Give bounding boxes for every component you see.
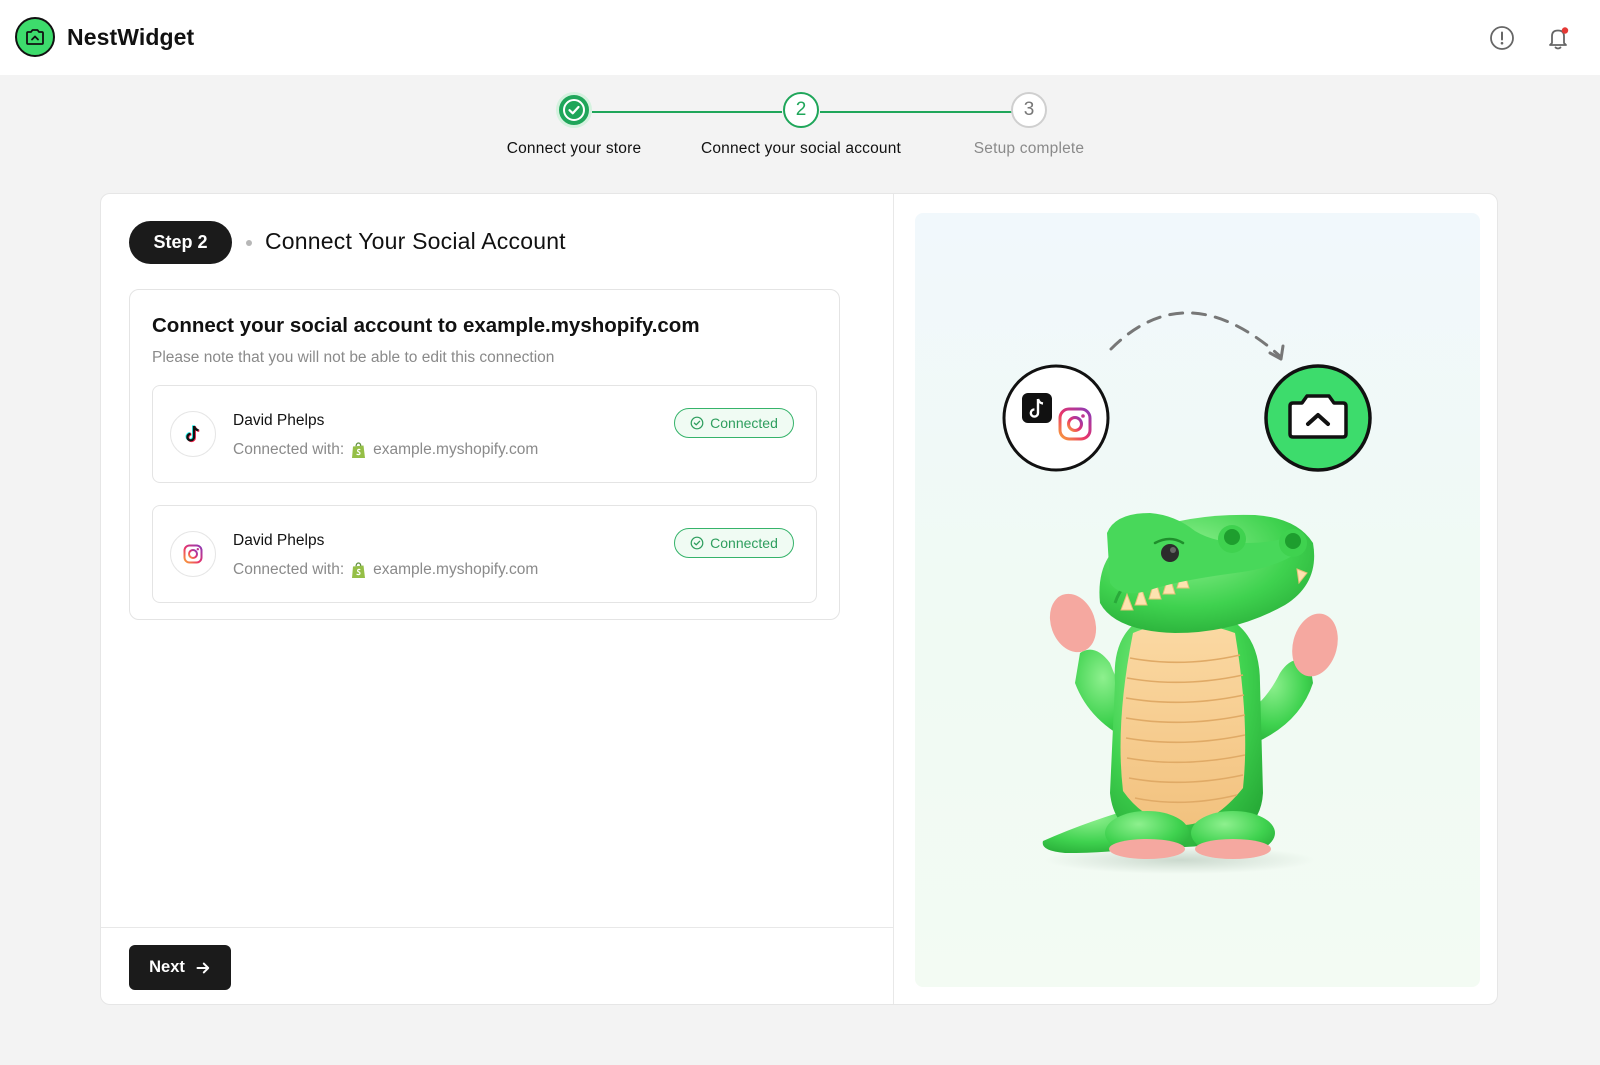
step-number: 2 xyxy=(783,92,819,128)
connected-store: example.myshopify.com xyxy=(373,561,539,578)
step-setup-complete[interactable]: 3 Setup complete xyxy=(899,92,1159,158)
notification-dot xyxy=(1561,27,1569,34)
section-title: Connect Your Social Account xyxy=(265,228,566,254)
step-connect-social[interactable]: 2 Connect your social account xyxy=(671,92,931,158)
status-badge: Connected xyxy=(674,408,794,438)
account-row-tiktok: David Phelps Connected with: example.mys… xyxy=(152,385,817,483)
next-button-label: Next xyxy=(149,958,185,976)
connections-heading: Connect your social account to example.m… xyxy=(152,314,700,337)
shopify-icon xyxy=(351,561,366,579)
instagram-icon xyxy=(1058,407,1092,441)
arrow-right-icon xyxy=(196,962,210,973)
tiktok-icon xyxy=(170,411,216,457)
setup-card: Step 2 Connect Your Social Account Conne… xyxy=(100,193,1498,1005)
progress-stepper: Connect your store 2 Connect your social… xyxy=(0,92,1600,172)
instagram-icon xyxy=(170,531,216,577)
step-badge: Step 2 xyxy=(129,221,232,264)
info-icon[interactable] xyxy=(1485,21,1519,55)
account-name: David Phelps xyxy=(233,532,325,549)
form-pane: Step 2 Connect Your Social Account Conne… xyxy=(101,194,894,1004)
brand-name: NestWidget xyxy=(67,23,195,50)
status-badge-label: Connected xyxy=(710,415,778,431)
step-label: Setup complete xyxy=(973,140,1085,157)
status-badge: Connected xyxy=(674,528,794,558)
nestwidget-logo-icon xyxy=(15,17,55,57)
illustration-panel xyxy=(915,213,1480,987)
brand[interactable]: NestWidget xyxy=(15,17,194,57)
footer-divider xyxy=(101,927,894,928)
top-bar: NestWidget xyxy=(0,0,1600,75)
account-connection-info: Connected with: example.myshopify.com xyxy=(233,441,538,459)
connections-note: Please note that you will not be able to… xyxy=(152,349,555,366)
check-circle-icon xyxy=(690,416,704,430)
connections-card: Connect your social account to example.m… xyxy=(129,289,840,620)
nestwidget-logo xyxy=(1264,364,1372,472)
step-label: Connect your store xyxy=(506,140,642,157)
onboarding-illustration xyxy=(1002,311,1372,874)
dashed-arrow xyxy=(1109,311,1283,359)
connected-with-label: Connected with: xyxy=(233,441,345,458)
shopify-icon xyxy=(351,441,366,459)
separator-dot xyxy=(246,240,252,246)
social-icons-circle xyxy=(1002,364,1110,472)
notification-bell-icon[interactable] xyxy=(1541,21,1575,55)
next-button[interactable]: Next xyxy=(129,945,231,990)
account-row-instagram: David Phelps Connected with: example.mys… xyxy=(152,505,817,603)
account-connection-info: Connected with: example.myshopify.com xyxy=(233,561,538,579)
step-complete-check-icon xyxy=(556,92,592,128)
step-label: Connect your social account xyxy=(700,140,902,157)
crocodile-mascot xyxy=(1042,513,1338,874)
status-badge-label: Connected xyxy=(710,535,778,551)
account-name: David Phelps xyxy=(233,412,325,429)
connected-with-label: Connected with: xyxy=(233,561,345,578)
connected-store: example.myshopify.com xyxy=(373,441,539,458)
check-circle-icon xyxy=(690,536,704,550)
step-number: 3 xyxy=(1011,92,1047,128)
step-connect-store[interactable]: Connect your store xyxy=(444,92,704,158)
